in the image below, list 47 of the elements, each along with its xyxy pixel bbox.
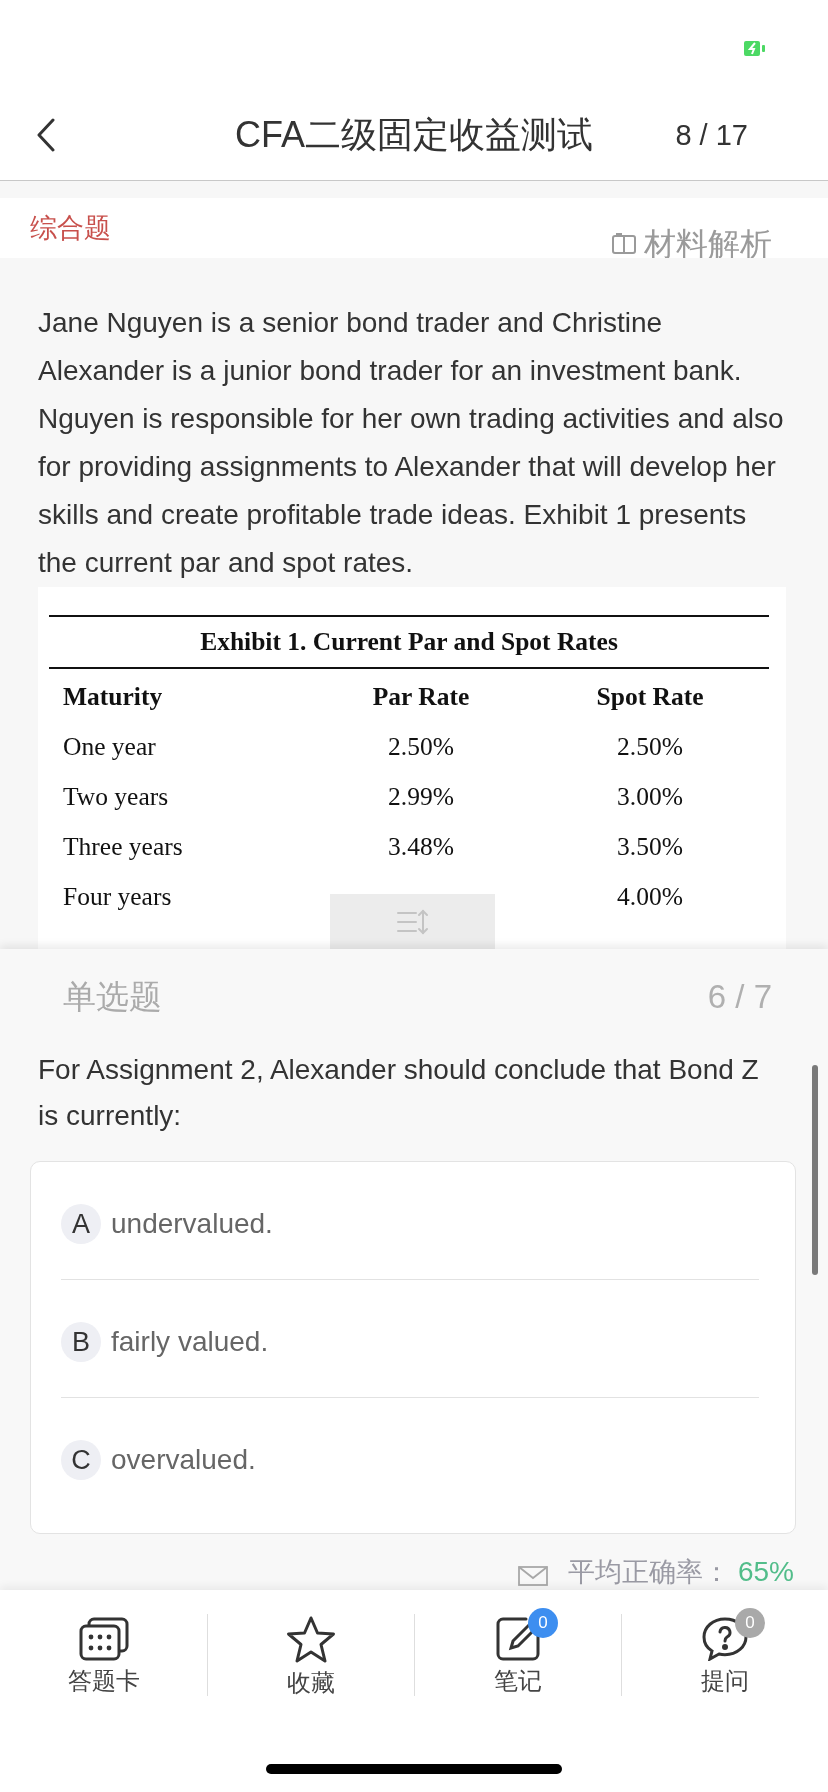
column-header: Maturity <box>63 680 163 713</box>
option-letter: B <box>61 1322 101 1362</box>
answer-option[interactable]: A undervalued. <box>61 1204 273 1244</box>
answer-option[interactable]: C overvalued. <box>61 1440 256 1480</box>
lines-updown-arrow-icon <box>395 908 430 935</box>
drag-handle[interactable] <box>330 894 495 949</box>
table-cell-text: 4.00% <box>617 880 683 913</box>
question-bubble-icon <box>702 1617 748 1661</box>
question-text: For Assignment 2, Alexander should conclude that Bond Z is currently: <box>38 1053 760 1133</box>
column-header: Par Rate <box>372 680 470 713</box>
question-type-label: 单选题 <box>63 977 162 1017</box>
option-text: undervalued. <box>111 1207 273 1241</box>
accuracy-value: 65% <box>737 1555 794 1589</box>
question-counter: 8 / 17 <box>675 118 748 153</box>
accuracy-label: 平均正确率： <box>567 1556 730 1589</box>
option-text: overvalued. <box>111 1443 256 1477</box>
tab-item[interactable]: 答题卡 <box>67 1614 140 1696</box>
envelope-icon <box>517 1566 548 1586</box>
tab-item[interactable]: 收藏 <box>286 1614 336 1696</box>
passage-text: Jane Nguyen is a senior bond trader and Christine Alexander is a junior bond trader for an investment bank. Nguyen is responsible for her own trading activities and also for providing assignments to Alexander that will develop her skills and create profitable trade ideas. Exhibit 1 presents the current par and spot rates. <box>38 306 785 580</box>
book-icon <box>612 233 636 255</box>
count-badge: 0 <box>528 1608 558 1638</box>
section-label: 综合题 <box>30 212 111 245</box>
page-title: CFA二级固定收益测试 <box>235 114 593 156</box>
option-letter: A <box>61 1204 101 1244</box>
table-cell-text: One year <box>63 730 156 763</box>
table-cell-text: 3.00% <box>617 780 683 813</box>
battery-icon <box>744 41 766 56</box>
table-cell-text: Two years <box>63 780 169 813</box>
table-cell-text: 2.50% <box>617 730 683 763</box>
table-cell-text: 2.50% <box>388 730 454 763</box>
star-icon <box>286 1616 336 1664</box>
option-text: fairly valued. <box>111 1325 269 1359</box>
column-header: Spot Rate <box>596 680 704 713</box>
table-cell-text: 2.99% <box>388 780 454 813</box>
card-grid-icon <box>78 1617 129 1661</box>
table-cell-text: 3.50% <box>617 830 683 863</box>
sub-question-counter: 6 / 7 <box>707 977 772 1017</box>
pencil-square-icon <box>496 1617 540 1661</box>
table-cell-text: 3.48% <box>388 830 454 863</box>
answer-option[interactable]: B fairly valued. <box>61 1322 269 1362</box>
table-cell-text: Three years <box>63 830 183 863</box>
exhibit-title: Exhibit 1. Current Par and Spot Rates <box>200 625 618 658</box>
option-letter: C <box>61 1440 101 1480</box>
count-badge: 0 <box>735 1608 765 1638</box>
table-cell-text: Four years <box>63 880 172 913</box>
back-chevron-icon <box>37 118 55 152</box>
